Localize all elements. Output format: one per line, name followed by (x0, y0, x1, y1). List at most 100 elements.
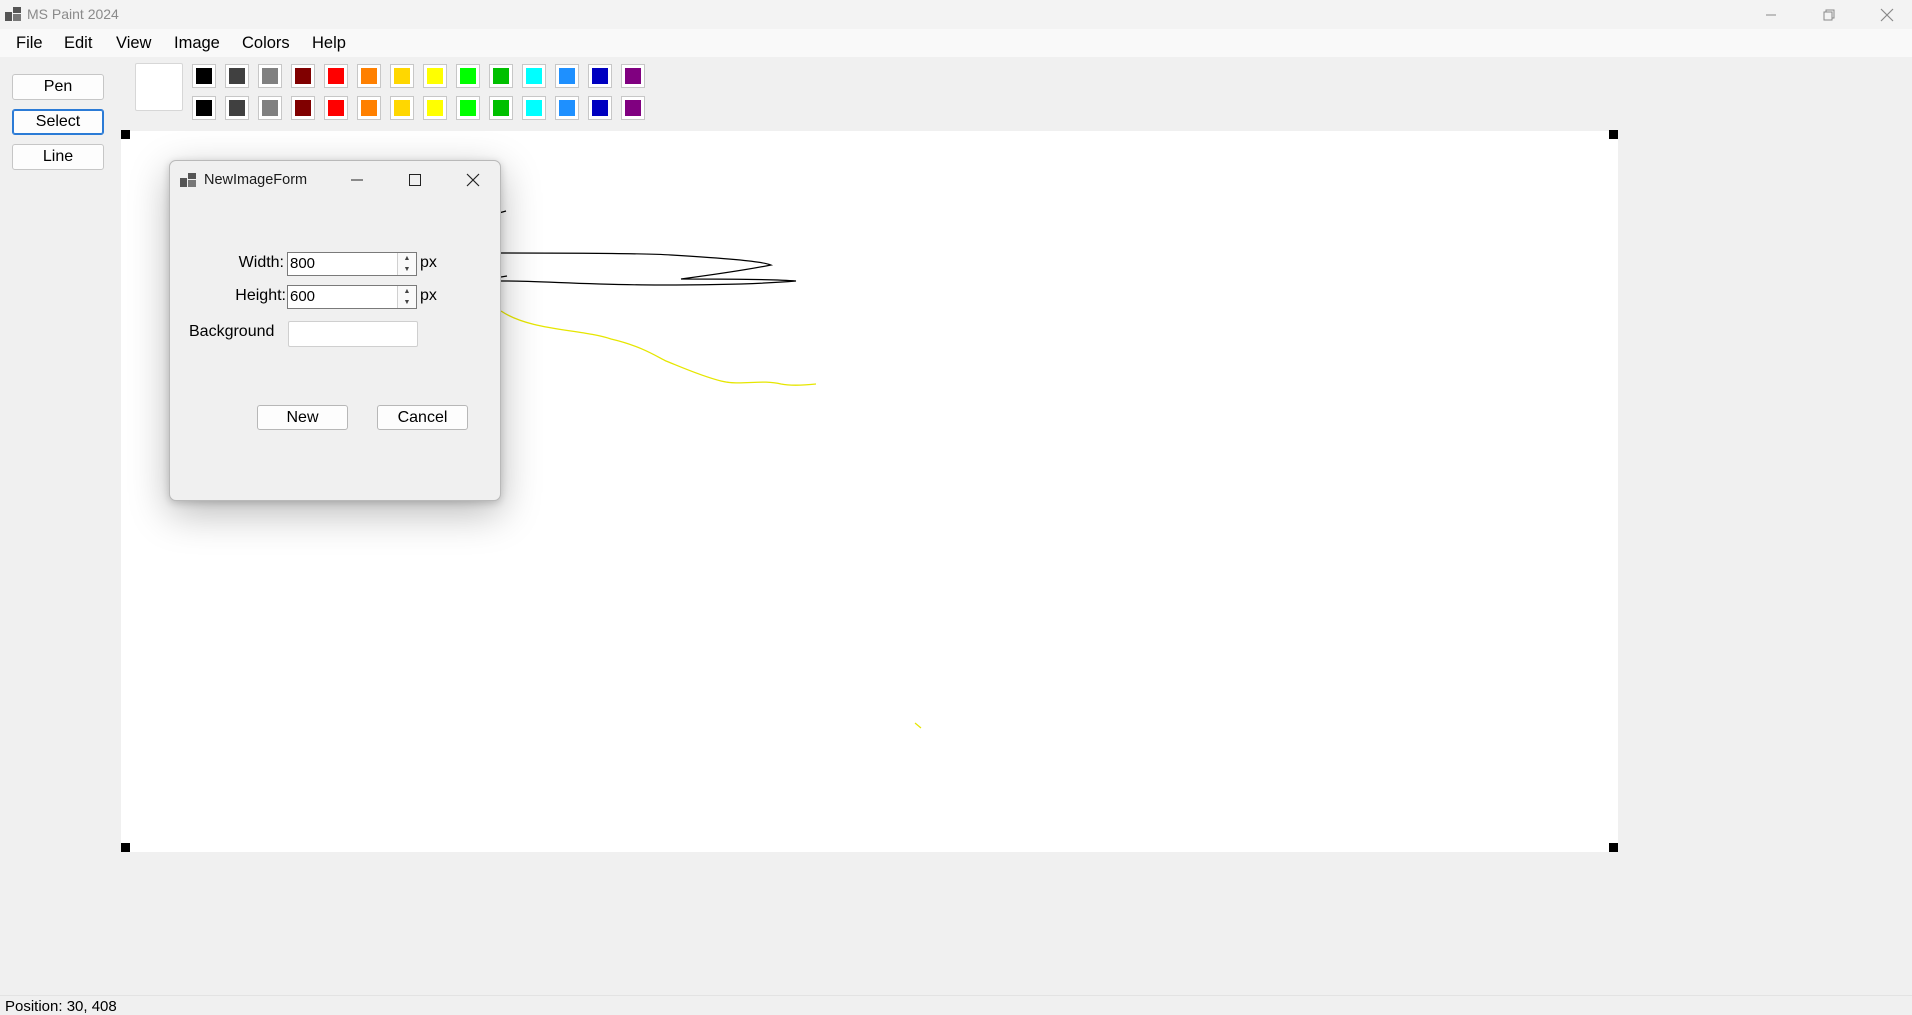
spin-down-icon[interactable]: ▼ (398, 264, 416, 275)
width-unit: px (420, 254, 437, 271)
swatch-fill (295, 100, 311, 116)
color-swatch-row1-2[interactable] (225, 64, 249, 88)
color-swatch-row2-9[interactable] (456, 96, 480, 120)
color-swatch-row2-2[interactable] (225, 96, 249, 120)
swatch-fill (460, 100, 476, 116)
dialog-title: NewImageForm (204, 172, 308, 188)
color-swatch-row1-4[interactable] (291, 64, 315, 88)
menu-help[interactable]: Help (312, 34, 346, 53)
swatch-fill (394, 68, 410, 84)
close-icon (466, 173, 480, 187)
spin-up-icon[interactable]: ▲ (398, 286, 416, 297)
swatch-fill (460, 68, 476, 84)
swatch-fill (559, 100, 575, 116)
height-stepper[interactable]: 600 ▲ ▼ (287, 285, 417, 309)
width-stepper[interactable]: 800 ▲ ▼ (287, 252, 417, 276)
color-swatch-row2-10[interactable] (489, 96, 513, 120)
color-swatch-row2-12[interactable] (555, 96, 579, 120)
height-label: Height: (235, 287, 286, 304)
dialog-minimize-button[interactable] (340, 168, 374, 192)
swatch-fill (361, 68, 377, 84)
menu-file[interactable]: File (16, 34, 43, 53)
dialog-app-icon (180, 173, 196, 187)
maximize-icon (409, 174, 421, 186)
color-swatch-row1-7[interactable] (390, 64, 414, 88)
color-swatch-row2-13[interactable] (588, 96, 612, 120)
cancel-button[interactable]: Cancel (377, 405, 468, 430)
swatch-fill (229, 68, 245, 84)
color-swatch-row2-4[interactable] (291, 96, 315, 120)
swatch-fill (559, 68, 575, 84)
color-swatch-row1-3[interactable] (258, 64, 282, 88)
color-swatch-row2-1[interactable] (192, 96, 216, 120)
restore-button[interactable] (1800, 0, 1858, 29)
minimize-icon (351, 179, 363, 181)
color-swatch-row1-14[interactable] (621, 64, 645, 88)
color-swatch-row1-10[interactable] (489, 64, 513, 88)
color-swatch-row1-12[interactable] (555, 64, 579, 88)
swatch-fill (328, 100, 344, 116)
color-swatch-row2-8[interactable] (423, 96, 447, 120)
menu-image[interactable]: Image (174, 34, 220, 53)
color-swatch-row2-5[interactable] (324, 96, 348, 120)
color-swatch-row1-8[interactable] (423, 64, 447, 88)
color-swatch-row2-14[interactable] (621, 96, 645, 120)
swatch-fill (361, 100, 377, 116)
resize-handle-top-right[interactable] (1609, 130, 1618, 139)
color-swatch-row1-6[interactable] (357, 64, 381, 88)
resize-handle-bottom-right[interactable] (1609, 843, 1618, 852)
close-window-button[interactable] (1858, 0, 1912, 29)
line-tool-button[interactable]: Line (12, 144, 104, 170)
color-swatch-row2-7[interactable] (390, 96, 414, 120)
swatch-fill (427, 68, 443, 84)
width-spin-buttons[interactable]: ▲ ▼ (397, 253, 416, 275)
height-spin-buttons[interactable]: ▲ ▼ (397, 286, 416, 308)
current-color-swatch[interactable] (135, 63, 183, 111)
menu-view[interactable]: View (116, 34, 151, 53)
width-label: Width: (238, 254, 284, 271)
resize-handle-top-left[interactable] (121, 130, 130, 139)
width-value: 800 (290, 255, 316, 272)
swatch-fill (592, 100, 608, 116)
swatch-fill (493, 100, 509, 116)
color-swatch-row2-11[interactable] (522, 96, 546, 120)
height-value: 600 (290, 288, 316, 305)
swatch-fill (493, 68, 509, 84)
restore-icon (1823, 9, 1835, 20)
spin-up-icon[interactable]: ▲ (398, 253, 416, 264)
height-unit: px (420, 287, 437, 304)
color-swatch-row1-13[interactable] (588, 64, 612, 88)
swatch-fill (625, 100, 641, 116)
dialog-close-button[interactable] (456, 168, 490, 192)
minimize-button[interactable] (1742, 0, 1800, 29)
close-icon (1880, 8, 1894, 21)
swatch-fill (328, 68, 344, 84)
background-label: Background (189, 323, 275, 340)
swatch-fill (526, 100, 542, 116)
dialog-maximize-button[interactable] (398, 168, 432, 192)
new-button[interactable]: New (257, 405, 348, 430)
menu-colors[interactable]: Colors (242, 34, 290, 53)
cursor-position: Position: 30, 408 (5, 998, 117, 1015)
color-swatch-row1-11[interactable] (522, 64, 546, 88)
select-tool-button[interactable]: Select (12, 109, 104, 135)
swatch-fill (295, 68, 311, 84)
color-swatch-row1-1[interactable] (192, 64, 216, 88)
color-swatch-row2-3[interactable] (258, 96, 282, 120)
background-color-field[interactable] (288, 321, 418, 347)
swatch-fill (229, 100, 245, 116)
resize-handle-bottom-left[interactable] (121, 843, 130, 852)
spin-down-icon[interactable]: ▼ (398, 297, 416, 308)
swatch-fill (196, 68, 212, 84)
swatch-fill (262, 68, 278, 84)
swatch-fill (625, 68, 641, 84)
status-separator (0, 995, 1912, 996)
color-swatch-row1-9[interactable] (456, 64, 480, 88)
minimize-icon (1766, 14, 1776, 15)
color-swatch-row1-5[interactable] (324, 64, 348, 88)
swatch-fill (196, 100, 212, 116)
menu-bar: File Edit View Image Colors Help (0, 29, 1912, 57)
color-swatch-row2-6[interactable] (357, 96, 381, 120)
menu-edit[interactable]: Edit (64, 34, 92, 53)
pen-tool-button[interactable]: Pen (12, 74, 104, 100)
